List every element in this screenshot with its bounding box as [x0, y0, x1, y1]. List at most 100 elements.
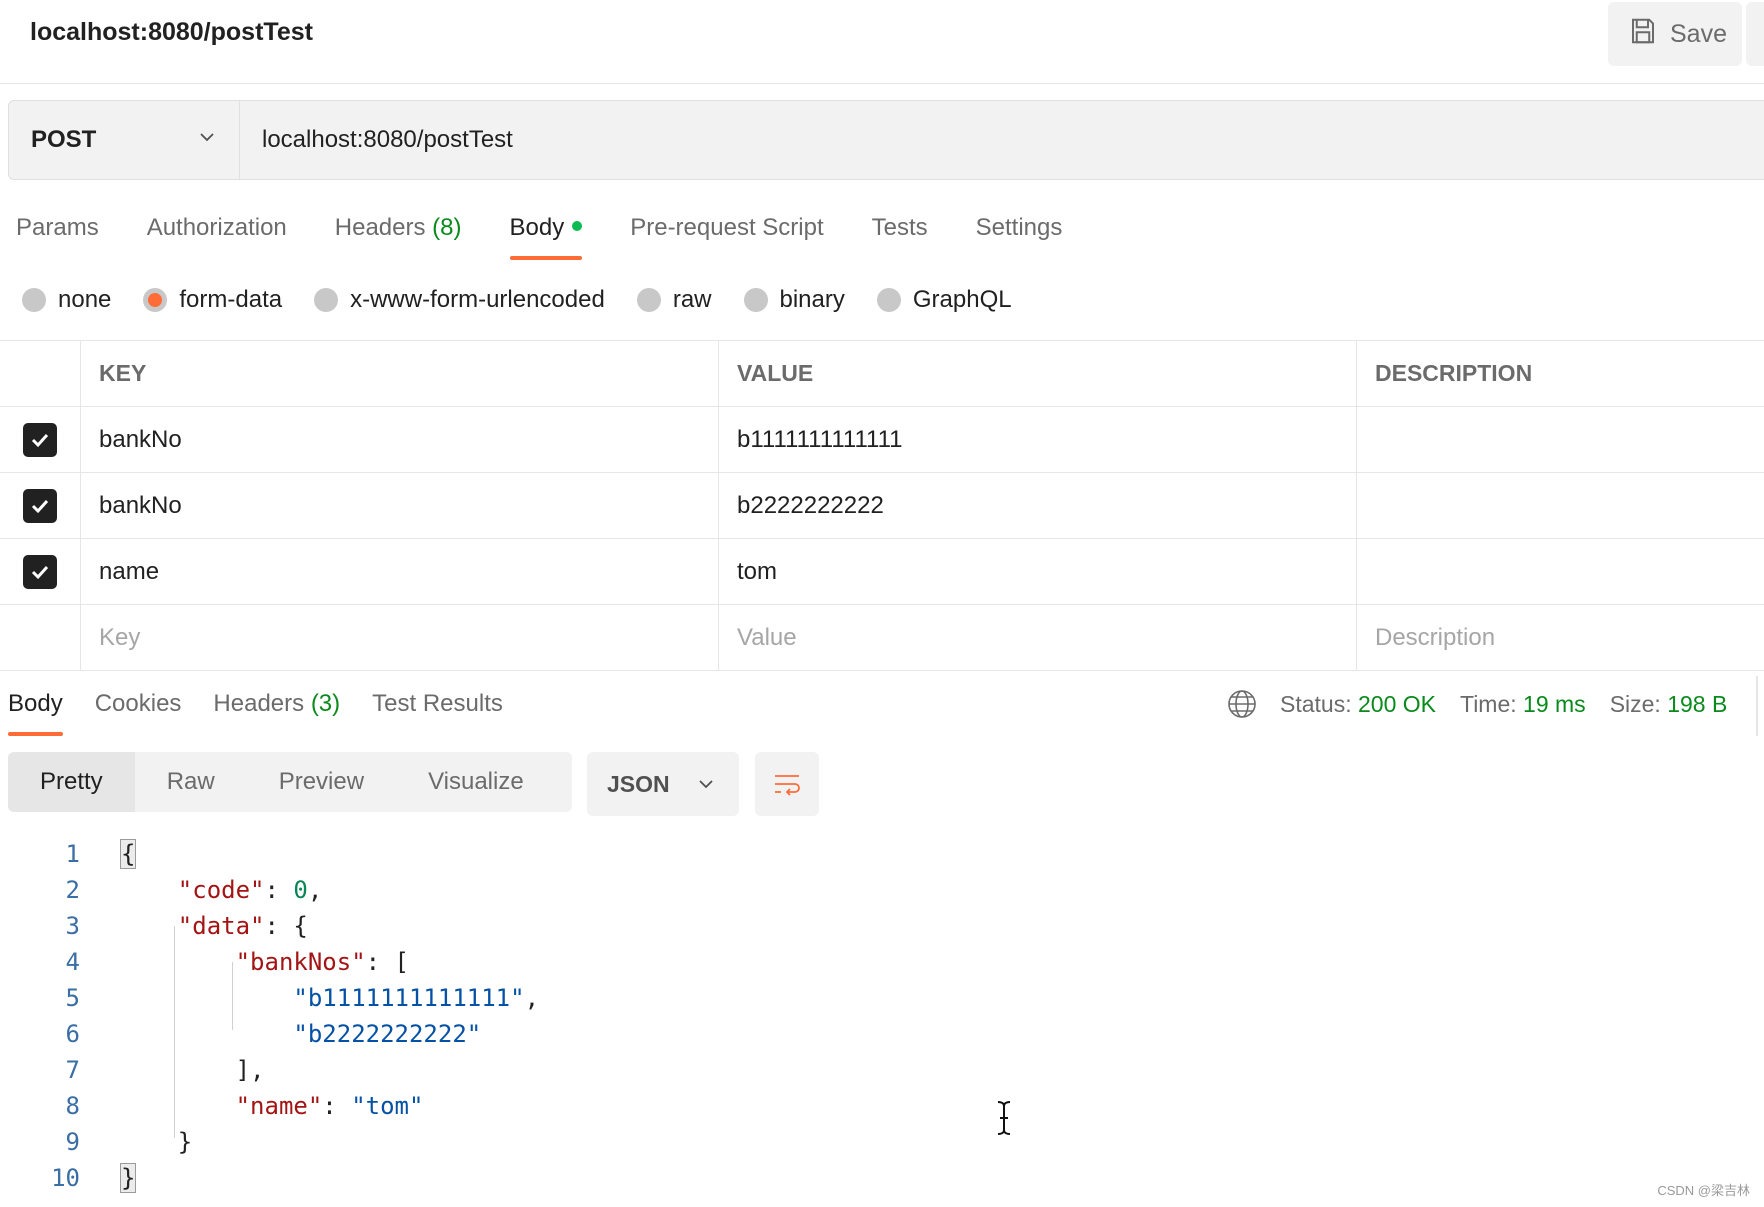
tab-pre-request-script[interactable]: Pre-request Script [630, 208, 823, 260]
view-pretty[interactable]: Pretty [8, 752, 135, 812]
line-number: 4 [65, 948, 80, 976]
tab-label: Settings [975, 214, 1063, 241]
headers-count: (8) [432, 214, 462, 241]
time-readout[interactable]: Time: 19 ms [1460, 691, 1586, 718]
form-data-table: KEY VALUE DESCRIPTION bankNo b1111111111… [0, 340, 1764, 671]
json-key: "data" [177, 912, 265, 940]
request-header: localhost:8080/postTest Save [0, 0, 1764, 84]
key-cell[interactable]: name [81, 539, 719, 604]
value-cell[interactable]: tom [719, 539, 1357, 604]
tab-label: Headers [334, 214, 426, 241]
row-checkbox[interactable] [23, 488, 57, 523]
tab-label: Headers [213, 690, 305, 717]
value-cell[interactable]: b2222222222 [719, 473, 1357, 538]
table-header-row: KEY VALUE DESCRIPTION [0, 341, 1764, 407]
line-number: 1 [65, 840, 80, 868]
view-mode-segment: Pretty Raw Preview Visualize [8, 752, 572, 812]
response-tab-body[interactable]: Body [8, 686, 63, 736]
code-line: 9 } [0, 1124, 1764, 1160]
divider [1756, 676, 1758, 736]
time-value: 19 ms [1523, 690, 1586, 717]
response-meta: Status: 200 OK Time: 19 ms Size: 198 B [1226, 686, 1751, 722]
body-type-urlencoded[interactable]: x-www-form-urlencoded [314, 286, 605, 314]
body-type-graphql[interactable]: GraphQL [876, 286, 1012, 314]
json-string: "b1111111111111" [293, 984, 525, 1012]
line-number: 2 [65, 876, 80, 904]
key-cell[interactable]: bankNo [81, 407, 719, 472]
tab-label: Params [16, 214, 99, 241]
row-checkbox-cell [0, 407, 81, 472]
tab-settings[interactable]: Settings [976, 208, 1063, 260]
url-input[interactable]: localhost:8080/postTest [240, 101, 1764, 179]
body-type-options: none form-data x-www-form-urlencoded raw… [22, 282, 1044, 318]
tab-params[interactable]: Params [16, 208, 99, 260]
row-checkbox[interactable] [23, 422, 57, 457]
json-brace: } [120, 1163, 137, 1193]
key-cell[interactable]: bankNo [81, 473, 719, 538]
response-tab-cookies[interactable]: Cookies [95, 686, 182, 736]
response-tabs: Body Cookies Headers (3) Test Results [8, 686, 535, 736]
line-number: 7 [65, 1056, 80, 1084]
response-body-viewer[interactable]: 1 { 2 "code": 0, 3 "data": { 4 "bankNos"… [0, 836, 1764, 1196]
response-tab-test-results[interactable]: Test Results [372, 686, 503, 736]
save-options-button[interactable] [1746, 2, 1764, 66]
value-input[interactable]: Value [719, 605, 1357, 670]
status-label: Status: [1280, 690, 1352, 717]
body-type-none[interactable]: none [22, 286, 111, 314]
radio-label: GraphQL [912, 286, 1012, 313]
wrap-lines-button[interactable] [755, 752, 819, 816]
size-readout[interactable]: Size: 198 B [1610, 691, 1728, 718]
code-line: 10 } [0, 1160, 1764, 1196]
description-cell[interactable] [1357, 539, 1764, 604]
save-label: Save [1670, 19, 1727, 48]
radio-icon [743, 288, 768, 312]
checkmark-icon [31, 433, 49, 447]
row-checkbox-cell [0, 605, 81, 670]
line-number: 10 [51, 1164, 80, 1192]
view-preview[interactable]: Preview [247, 752, 396, 812]
response-headers-count: (3) [310, 690, 341, 717]
radio-label: raw [672, 286, 712, 313]
radio-icon [22, 288, 46, 312]
description-cell[interactable] [1357, 473, 1764, 538]
globe-icon[interactable] [1226, 688, 1258, 720]
tab-label: Test Results [372, 690, 503, 717]
table-row: name tom [0, 539, 1764, 605]
save-button[interactable]: Save [1608, 2, 1742, 66]
checkmark-icon [31, 499, 49, 513]
body-type-binary[interactable]: binary [743, 286, 845, 314]
row-checkbox-cell [0, 539, 81, 604]
json-key: "code" [177, 876, 265, 904]
view-raw[interactable]: Raw [135, 752, 247, 812]
tab-headers[interactable]: Headers (8) [335, 208, 462, 260]
format-select[interactable]: JSON [587, 752, 739, 816]
key-input[interactable]: Key [81, 605, 719, 670]
value-cell[interactable]: b1111111111111 [719, 407, 1357, 472]
radio-icon [314, 288, 339, 312]
view-visualize[interactable]: Visualize [396, 752, 556, 812]
text-cursor-icon [997, 1101, 1011, 1135]
description-cell[interactable] [1357, 407, 1764, 472]
body-type-raw[interactable]: raw [636, 286, 712, 314]
request-tabs: Params Authorization Headers (8) Body Pr… [16, 208, 1110, 260]
radio-checked-icon [143, 288, 168, 312]
tab-label: Tests [871, 214, 928, 241]
code-line: 7 ], [0, 1052, 1764, 1088]
tab-authorization[interactable]: Authorization [147, 208, 287, 260]
code-line: 5 "b1111111111111", [0, 980, 1764, 1016]
tab-label: Authorization [146, 214, 287, 241]
line-number: 6 [65, 1020, 80, 1048]
url-bar: POST localhost:8080/postTest [8, 100, 1764, 180]
description-input[interactable]: Description [1357, 605, 1764, 670]
radio-icon [876, 288, 901, 312]
tab-body[interactable]: Body [509, 208, 583, 260]
row-checkbox[interactable] [23, 554, 57, 589]
body-indicator-dot [572, 220, 583, 231]
request-title[interactable]: localhost:8080/postTest [30, 18, 313, 47]
method-select[interactable]: POST [9, 101, 240, 179]
body-type-form-data[interactable]: form-data [143, 286, 282, 314]
status-readout[interactable]: Status: 200 OK [1280, 691, 1436, 718]
tab-tests[interactable]: Tests [872, 208, 928, 260]
response-tab-headers[interactable]: Headers (3) [213, 686, 340, 736]
wrap-lines-icon [775, 775, 800, 796]
